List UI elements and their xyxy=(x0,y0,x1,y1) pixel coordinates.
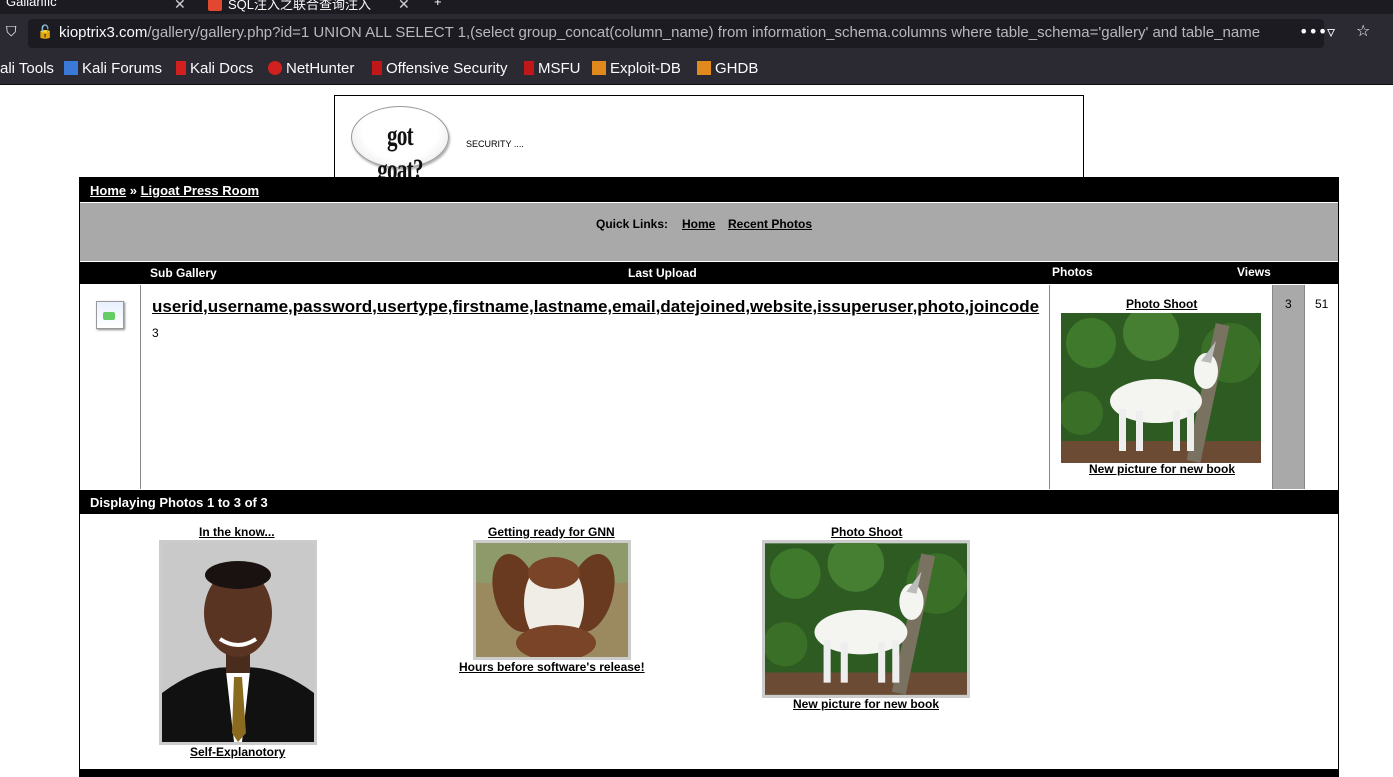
close-tab-icon[interactable]: ✕ xyxy=(398,0,410,13)
quick-link-recent-photos[interactable]: Recent Photos xyxy=(728,217,812,231)
bookmark-label: NetHunter xyxy=(286,60,355,77)
pagination-info: Displaying Photos 1 to 3 of 3 xyxy=(80,490,1338,514)
pocket-icon[interactable]: ▿ xyxy=(1327,22,1335,41)
bookmark-nethunter[interactable]: NetHunter xyxy=(268,60,354,77)
new-tab-icon[interactable]: + xyxy=(434,0,442,14)
bookmark-kali-tools[interactable]: ali Tools xyxy=(0,60,54,77)
breadcrumb-home-link[interactable]: Home xyxy=(90,183,126,198)
gallery-container: Home » Ligoat Press Room Quick Links: Ho… xyxy=(79,177,1339,777)
tab-label: Gallarific xyxy=(6,0,57,9)
navigation-toolbar: ⛉ 🔓 kioptrix3.com/gallery/gallery.php?id… xyxy=(0,14,1393,54)
bookmarks-toolbar: ali Tools Kali Forums Kali Docs NetHunte… xyxy=(0,54,1393,85)
white-goat-image xyxy=(765,543,967,695)
nethunter-icon xyxy=(268,61,282,75)
column-divider xyxy=(140,285,141,489)
gallery-folder-icon[interactable] xyxy=(96,301,124,329)
tab-strip: Gallarific ✕ SQL注入之联合查询注入 ✕ + xyxy=(0,0,1393,14)
shield-icon[interactable]: ⛉ xyxy=(6,24,17,40)
displaying-text: Displaying Photos 1 to 3 of 3 xyxy=(90,495,268,510)
thumbnail-photo[interactable] xyxy=(159,540,317,745)
bookmark-label: Offensive Security xyxy=(386,60,508,77)
bookmark-label: MSFU xyxy=(538,60,581,77)
site-header: got goat? SECURITY .... xyxy=(334,95,1084,186)
insecure-lock-icon[interactable]: 🔓 xyxy=(37,25,53,40)
tab-sql-injection[interactable]: SQL注入之联合查询注入 ✕ xyxy=(208,0,410,14)
more-actions-icon[interactable]: ••• xyxy=(1299,22,1327,41)
portrait-image xyxy=(162,543,314,742)
site-favicon-icon xyxy=(208,0,222,11)
table-row: userid,username,password,usertype,firstn… xyxy=(80,285,1338,489)
bookmark-ghdb[interactable]: GHDB xyxy=(697,60,758,77)
bookmark-offensive-security[interactable]: Offensive Security xyxy=(372,60,507,77)
column-last-upload: Last Upload xyxy=(628,266,697,280)
kali-docs-icon xyxy=(176,61,186,75)
url-text: kioptrix3.com/gallery/gallery.php?id=1 U… xyxy=(59,24,1260,41)
quick-links-label: Quick Links: xyxy=(596,217,669,231)
msfu-icon xyxy=(524,61,534,75)
thumbnail-caption-link[interactable]: New picture for new book xyxy=(793,697,939,711)
gallery-table-header: Sub Gallery Last Upload Photos Views xyxy=(80,262,1338,284)
last-upload-title-link[interactable]: Photo Shoot xyxy=(1126,297,1197,311)
white-goat-image xyxy=(1061,313,1261,463)
thumbnail-photo[interactable] xyxy=(762,540,970,698)
breadcrumb-separator: » xyxy=(129,183,137,198)
bookmark-label: Kali Forums xyxy=(82,60,163,77)
offsec-icon xyxy=(372,61,382,75)
thumbnail-caption-link[interactable]: Self-Explanotory xyxy=(190,745,285,759)
bookmark-msfu[interactable]: MSFU xyxy=(524,60,581,77)
url-host: kioptrix3.com xyxy=(59,24,148,41)
photos-count-cell: 3 xyxy=(1272,285,1305,489)
column-divider xyxy=(1049,285,1050,489)
bookmark-label: Exploit-DB xyxy=(610,60,681,77)
sub-gallery-description: 3 xyxy=(152,326,159,340)
breadcrumb-current-link[interactable]: Ligoat Press Room xyxy=(141,183,259,198)
photos-count: 3 xyxy=(1285,297,1292,311)
bookmark-label: ali Tools xyxy=(0,60,54,77)
kali-dragon-icon xyxy=(64,61,78,75)
breadcrumb: Home » Ligoat Press Room xyxy=(80,178,1338,202)
tab-label: SQL注入之联合查询注入 xyxy=(228,0,372,12)
url-path: /gallery/gallery.php?id=1 UNION ALL SELE… xyxy=(147,24,1261,41)
bookmark-exploit-db[interactable]: Exploit-DB xyxy=(592,60,681,77)
thumbnail-title-link[interactable]: Getting ready for GNN xyxy=(488,525,615,539)
address-bar[interactable]: 🔓 kioptrix3.com/gallery/gallery.php?id=1… xyxy=(28,19,1324,48)
thumbnail-photo[interactable] xyxy=(473,540,631,660)
last-upload-photo[interactable] xyxy=(1061,313,1261,463)
bookmark-label: GHDB xyxy=(715,60,759,77)
brown-goat-image xyxy=(476,543,628,657)
column-views: Views xyxy=(1237,265,1271,279)
views-count: 51 xyxy=(1315,297,1329,311)
sub-gallery-title-link[interactable]: userid,username,password,usertype,firstn… xyxy=(152,297,1039,317)
tab-gallarific[interactable]: Gallarific ✕ xyxy=(6,0,186,14)
thumbnail-caption-link[interactable]: Hours before software's release! xyxy=(459,660,645,674)
quick-links-panel: Quick Links: Home Recent Photos xyxy=(80,203,1338,261)
bookmark-kali-docs[interactable]: Kali Docs xyxy=(176,60,253,77)
column-sub-gallery: Sub Gallery xyxy=(150,266,217,280)
close-tab-icon[interactable]: ✕ xyxy=(174,0,186,13)
bookmark-kali-forums[interactable]: Kali Forums xyxy=(64,60,162,77)
quick-link-home[interactable]: Home xyxy=(682,217,715,231)
column-photos: Photos xyxy=(1052,265,1093,279)
thumbnail-title-link[interactable]: Photo Shoot xyxy=(831,525,902,539)
bookmark-star-icon[interactable]: ☆ xyxy=(1356,21,1370,40)
got-goat-logo: got goat? xyxy=(351,106,449,186)
ghdb-icon xyxy=(697,61,711,75)
bookmark-label: Kali Docs xyxy=(190,60,254,77)
thumbnail-title-link[interactable]: In the know... xyxy=(199,525,275,539)
exploit-db-icon xyxy=(592,61,606,75)
tagline: SECURITY .... xyxy=(466,139,524,149)
last-upload-caption-link[interactable]: New picture for new book xyxy=(1089,462,1235,476)
